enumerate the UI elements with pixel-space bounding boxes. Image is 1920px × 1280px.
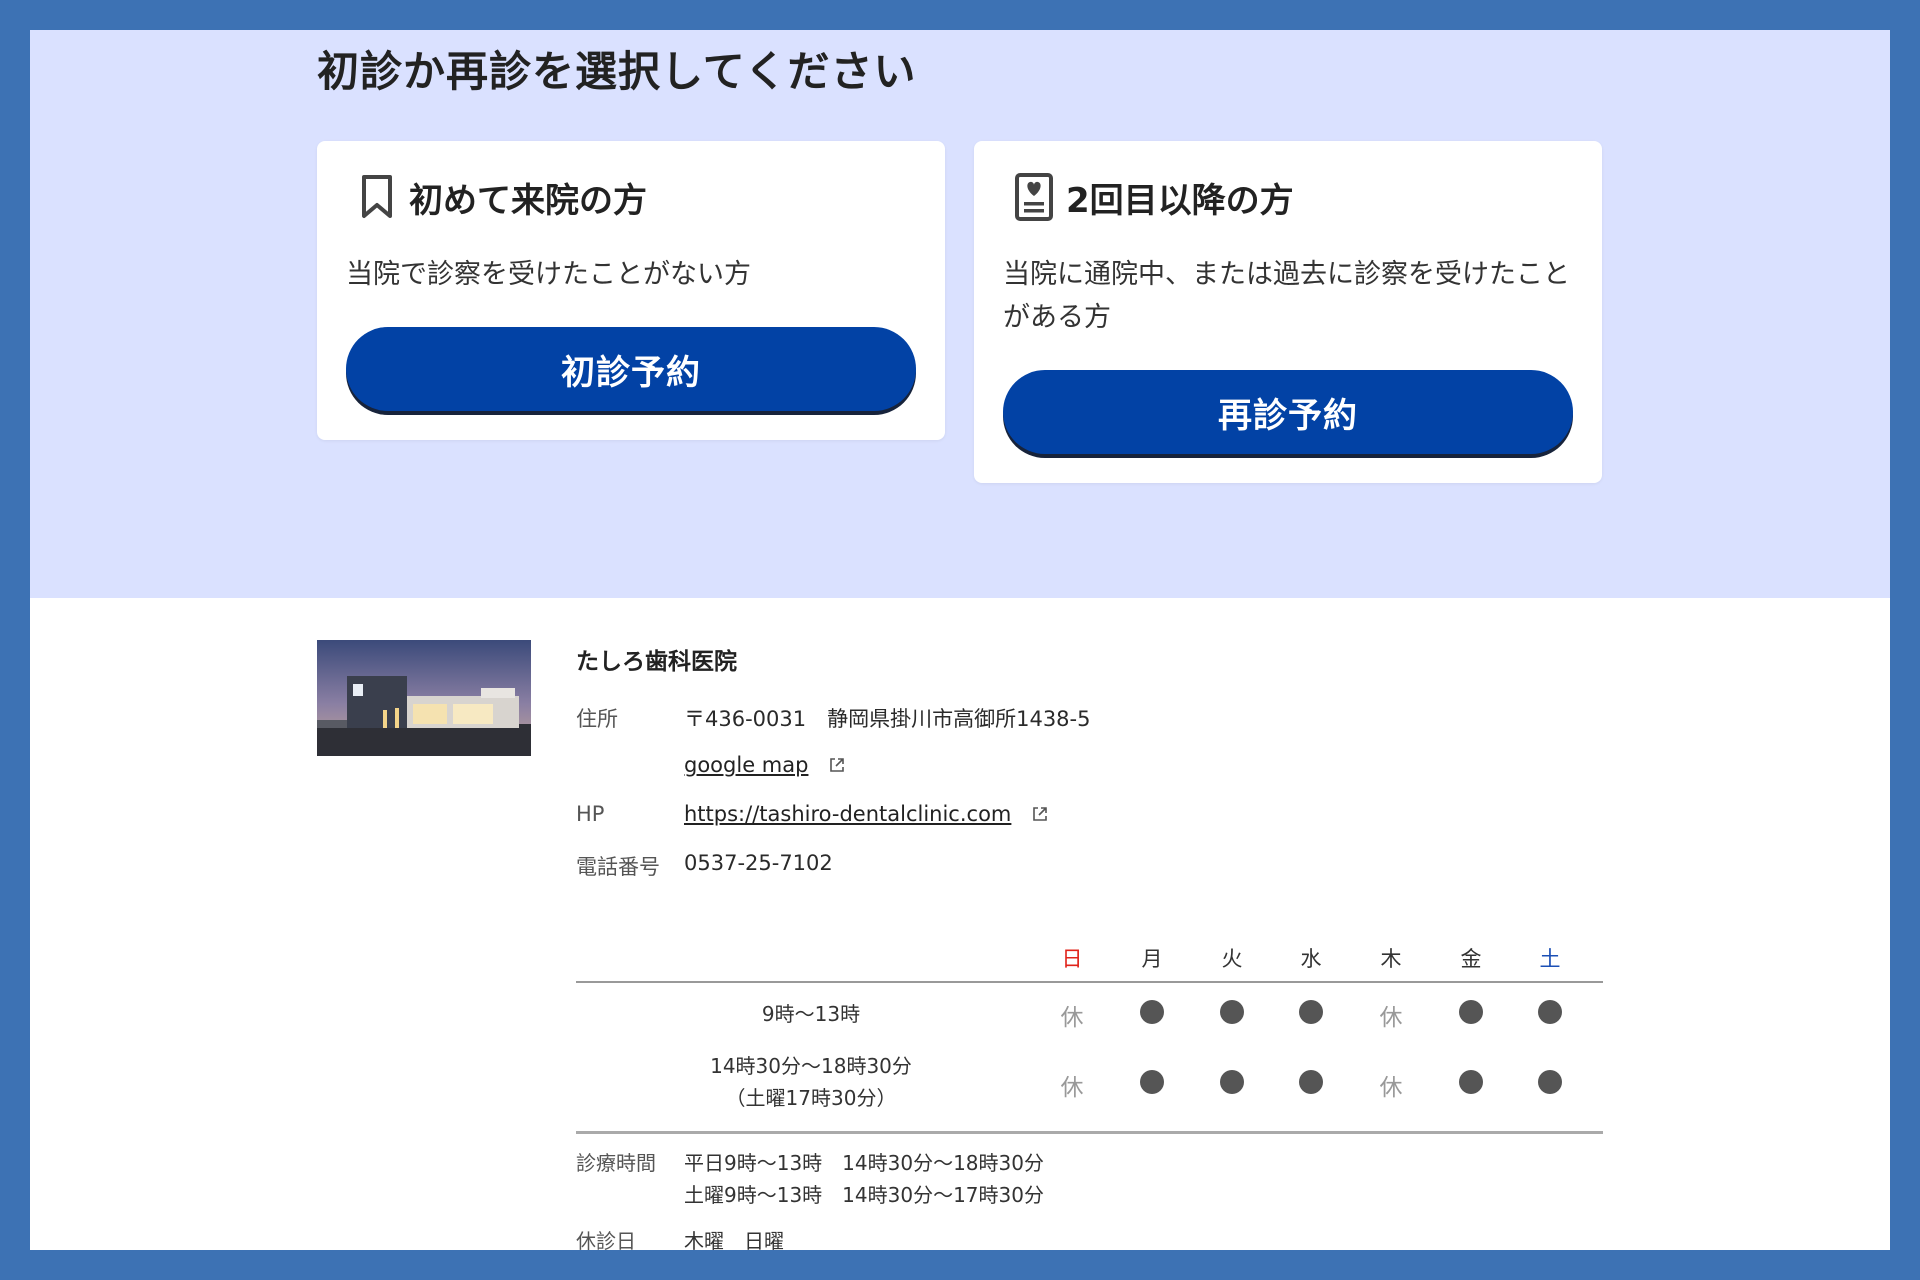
bookmark-icon: [355, 171, 399, 223]
hours-weekday: 平日9時～13時 14時30分～18時30分: [684, 1151, 1044, 1175]
schedule-cell-closed: 休: [1379, 1005, 1403, 1031]
hours-label: 診療時間: [576, 1151, 656, 1175]
schedule-divider: [576, 1131, 1603, 1134]
schedule-cell-open: [1525, 1000, 1575, 1030]
closed-days-label: 休診日: [576, 1229, 636, 1250]
external-link-icon: [829, 754, 845, 778]
day-wednesday: 水: [1300, 947, 1322, 971]
card-description: 当院に通院中、または過去に診察を受けたことがある方: [1003, 259, 1570, 333]
schedule-cell-closed: 休: [1060, 1005, 1084, 1031]
clinic-photo: [317, 640, 531, 756]
visit-type-section: 初診か再診を選択してください 初めて来院の方 当院で診察を受けたことがない方 初…: [30, 30, 1890, 598]
phone-label: 電話番号: [576, 855, 660, 879]
schedule-cell-open: [1207, 1070, 1257, 1100]
card-header: 2回目以降の方: [1012, 171, 1294, 223]
schedule-cell-open: [1127, 1000, 1177, 1030]
day-saturday: 土: [1539, 947, 1561, 971]
address-label: 住所: [576, 707, 618, 731]
day-tuesday: 火: [1221, 947, 1243, 971]
homepage-link[interactable]: https://tashiro-dentalclinic.com: [684, 802, 1011, 826]
clinic-info-section: たしろ歯科医院 住所 〒436-0031 静岡県掛川市高御所1438-5 goo…: [30, 598, 1890, 1250]
card-description: 当院で診察を受けたことがない方: [346, 259, 751, 290]
phone-value: 0537-25-7102: [684, 851, 833, 875]
schedule-time: 9時～13時: [761, 1002, 861, 1026]
medical-record-icon: [1012, 171, 1056, 223]
schedule-cell-open: [1207, 1000, 1257, 1030]
external-link-icon: [1032, 803, 1048, 827]
day-thursday: 木: [1380, 947, 1402, 971]
card-title: 初めて来院の方: [409, 180, 647, 221]
google-map-link[interactable]: google map: [684, 753, 808, 777]
hp-row: HP https://tashiro-dentalclinic.com: [576, 802, 1048, 827]
map-row: google map: [576, 753, 845, 778]
return-visit-card: 2回目以降の方 当院に通院中、または過去に診察を受けたことがある方 再診予約: [974, 141, 1602, 483]
schedule-cell-open: [1446, 1000, 1496, 1030]
closed-days-value: 木曜 日曜: [684, 1229, 784, 1250]
first-visit-card: 初めて来院の方 当院で診察を受けたことがない方 初診予約: [317, 141, 945, 440]
phone-row: 電話番号 0537-25-7102: [576, 851, 833, 881]
first-visit-reservation-button[interactable]: 初診予約: [346, 327, 916, 411]
day-monday: 月: [1141, 947, 1163, 971]
schedule-cell-closed: 休: [1060, 1075, 1084, 1101]
schedule-cell-closed: 休: [1379, 1075, 1403, 1101]
clinic-name: たしろ歯科医院: [576, 649, 737, 675]
schedule-row: 9時～13時 休 休: [576, 998, 1603, 1038]
viewport: 初診か再診を選択してください 初めて来院の方 当院で診察を受けたことがない方 初…: [30, 30, 1890, 1250]
card-title: 2回目以降の方: [1066, 180, 1294, 221]
hours-row: 診療時間 平日9時～13時 14時30分～18時30分 土曜9時～13時 14時…: [576, 1147, 1044, 1211]
return-visit-reservation-button[interactable]: 再診予約: [1003, 370, 1573, 454]
schedule-time: 14時30分～18時30分 （土曜17時30分）: [710, 1054, 912, 1110]
schedule-cell-open: [1286, 1000, 1336, 1030]
day-sunday: 日: [1061, 947, 1083, 971]
day-friday: 金: [1460, 947, 1482, 971]
address-row: 住所 〒436-0031 静岡県掛川市高御所1438-5: [576, 703, 1090, 733]
schedule-cell-open: [1525, 1070, 1575, 1100]
schedule-cell-open: [1127, 1070, 1177, 1100]
closed-days-row: 休診日 木曜 日曜: [576, 1225, 784, 1250]
hours-saturday: 土曜9時～13時 14時30分～17時30分: [684, 1183, 1044, 1207]
schedule-row: 14時30分～18時30分 （土曜17時30分） 休 休: [576, 1050, 1603, 1116]
schedule-cell-open: [1446, 1070, 1496, 1100]
page-title: 初診か再診を選択してください: [317, 47, 917, 96]
card-header: 初めて来院の方: [355, 171, 647, 223]
address-value: 〒436-0031 静岡県掛川市高御所1438-5: [684, 707, 1091, 731]
schedule-cell-open: [1286, 1070, 1336, 1100]
hp-label: HP: [576, 802, 605, 826]
schedule-header: 日 月 火 水 木 金 土: [576, 943, 1603, 983]
